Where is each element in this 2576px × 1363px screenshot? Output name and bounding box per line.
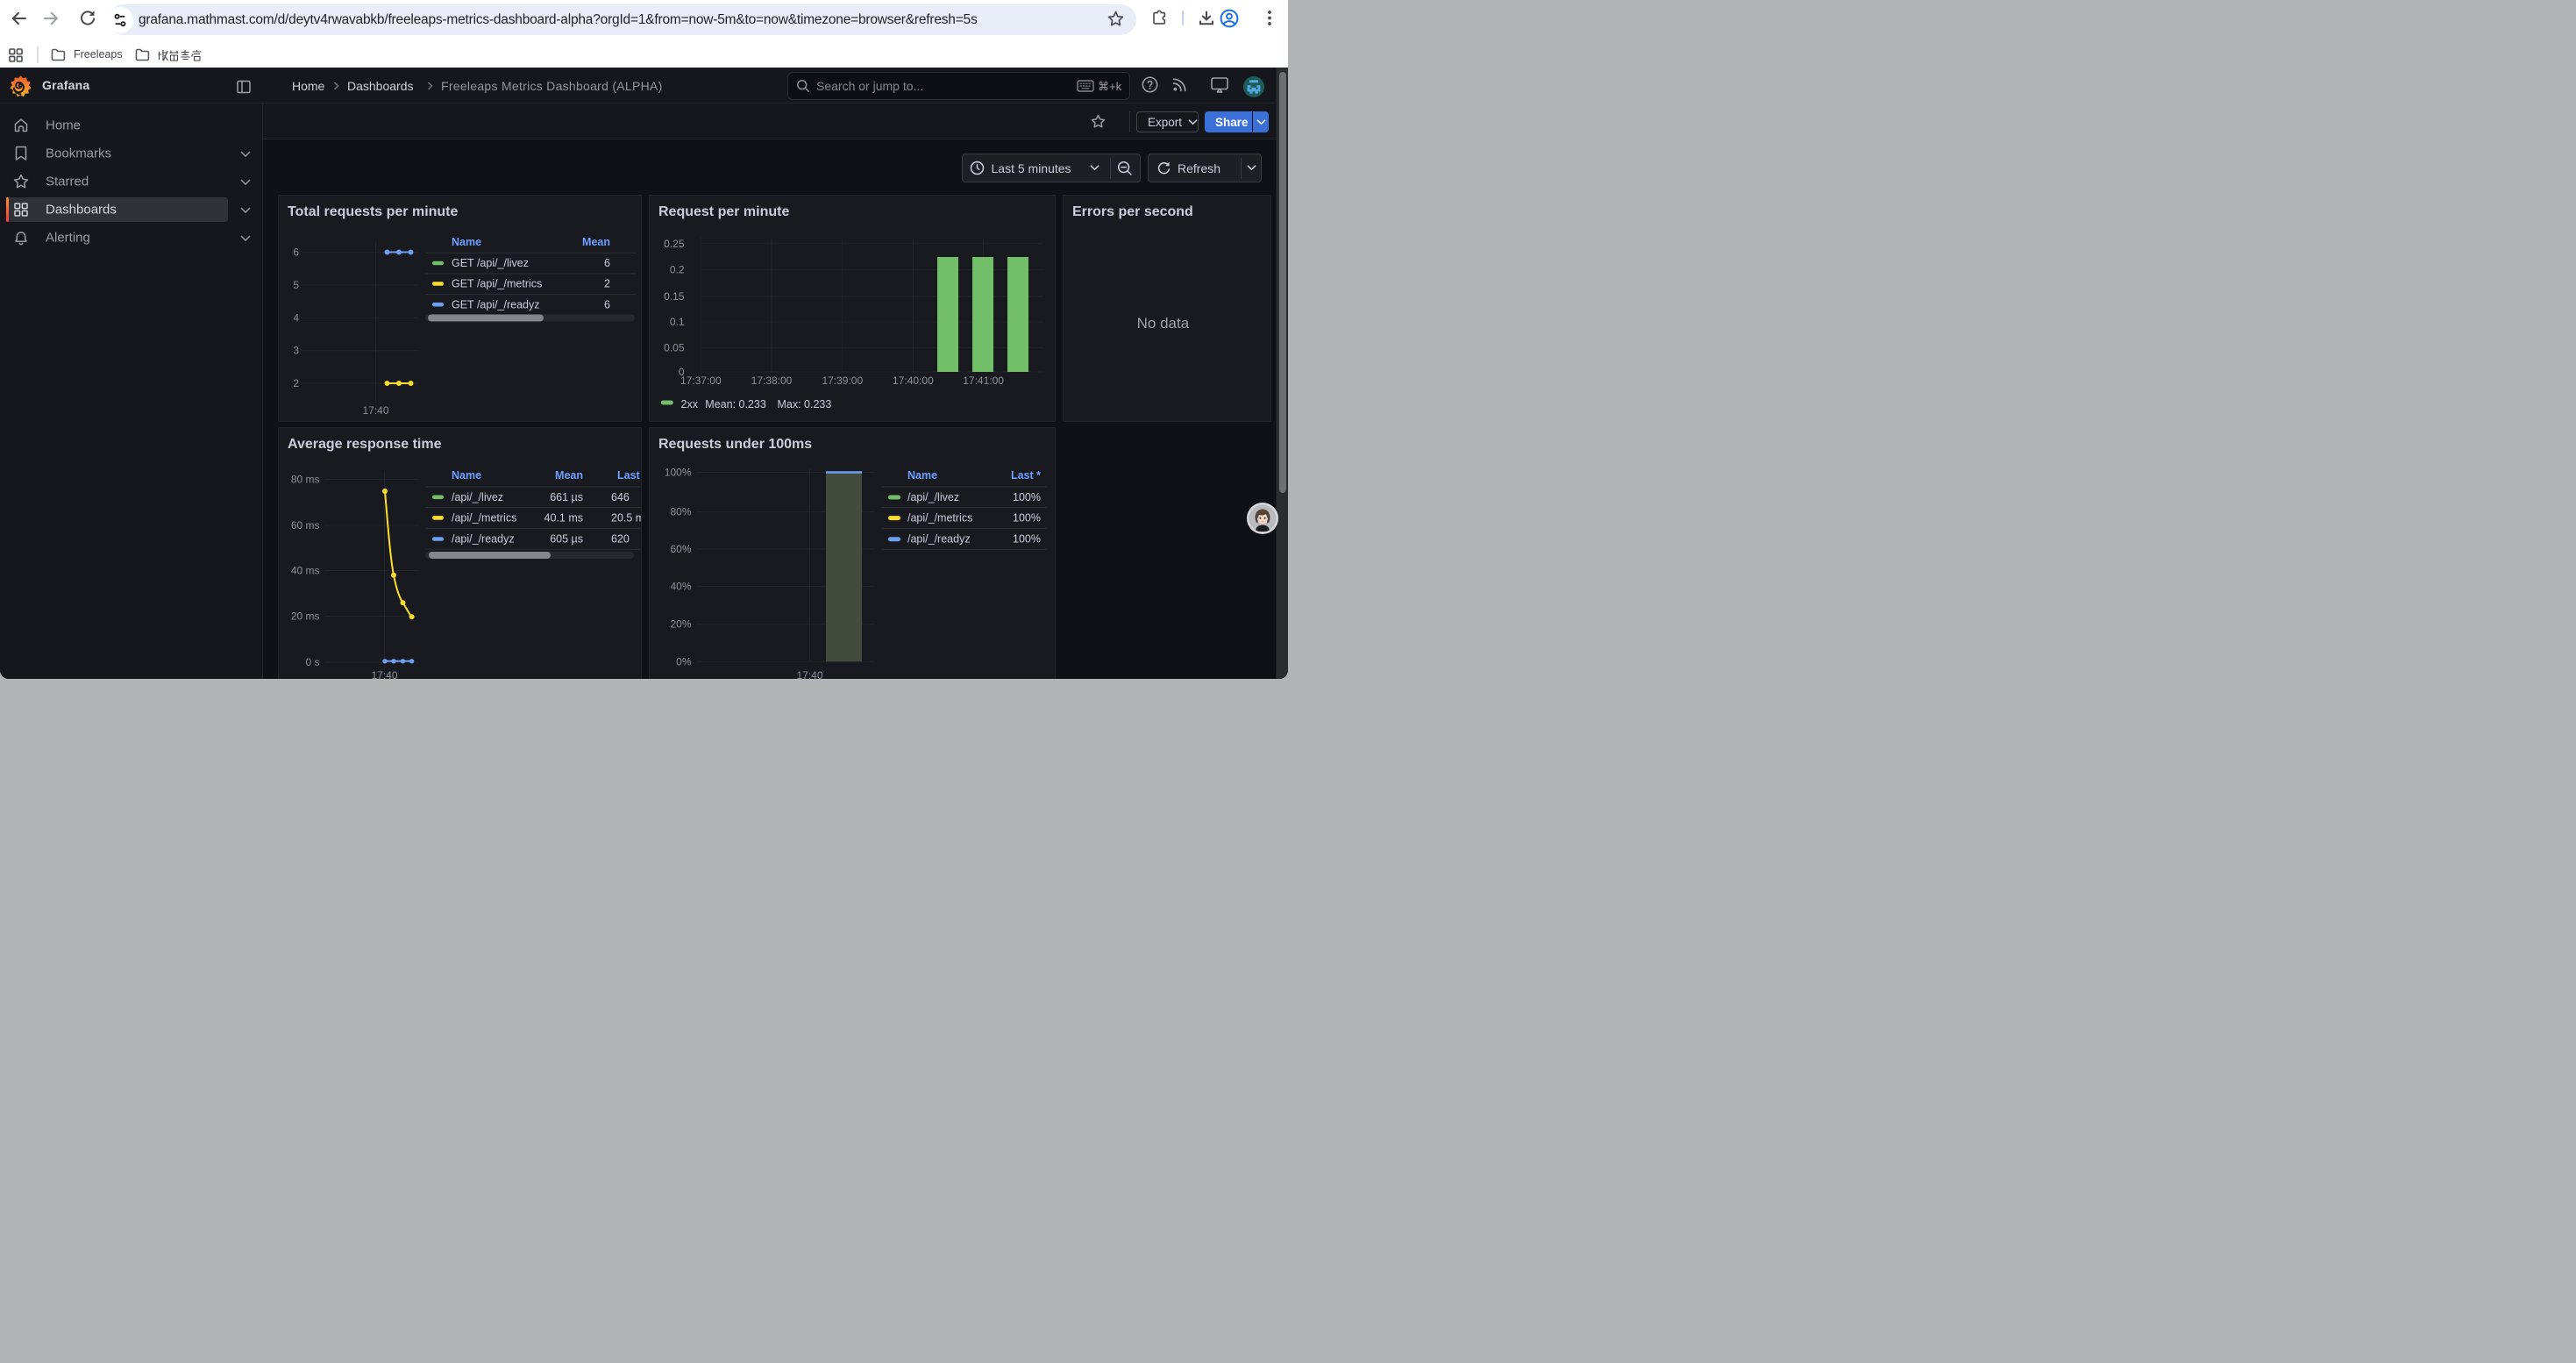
svg-text:Name: Name	[452, 469, 481, 482]
svg-text:GET /api/_/metrics: GET /api/_/metrics	[452, 278, 542, 290]
svg-text:Mean: Mean	[555, 469, 583, 482]
svg-text:Requests under 100ms: Requests under 100ms	[658, 437, 812, 452]
svg-text:20.5 m: 20.5 m	[611, 511, 641, 524]
svg-text:/api/_/livez: /api/_/livez	[907, 490, 959, 503]
svg-text:GET /api/_/readyz: GET /api/_/readyz	[452, 298, 540, 310]
svg-text:0.25: 0.25	[664, 238, 685, 250]
svg-text:40.1 ms: 40.1 ms	[544, 511, 583, 524]
svg-text:Errors per second: Errors per second	[1072, 204, 1193, 219]
svg-text:Mean: 0.233: Mean: 0.233	[705, 398, 766, 410]
svg-text:Max: 0.233: Max: 0.233	[778, 398, 832, 410]
svg-text:60 ms: 60 ms	[291, 519, 320, 532]
svg-text:0%: 0%	[676, 655, 692, 667]
svg-text:Request per minute: Request per minute	[658, 204, 789, 219]
svg-text:17:40: 17:40	[371, 669, 397, 679]
svg-text:5: 5	[293, 279, 299, 291]
svg-text:/api/_/metrics: /api/_/metrics	[907, 511, 972, 524]
svg-text:/api/_/livez: /api/_/livez	[452, 490, 503, 503]
svg-text:2xx: 2xx	[681, 398, 699, 410]
svg-text:GET /api/_/livez: GET /api/_/livez	[452, 257, 529, 269]
svg-text:Last *: Last *	[1011, 469, 1041, 482]
svg-text:17:39:00: 17:39:00	[822, 375, 863, 387]
svg-text:17:37:00: 17:37:00	[680, 375, 722, 387]
svg-text:No data: No data	[1137, 315, 1190, 332]
svg-text:60%: 60%	[670, 543, 691, 555]
svg-text:100%: 100%	[665, 466, 692, 478]
svg-text:17:38:00: 17:38:00	[751, 375, 793, 387]
svg-text:17:40:00: 17:40:00	[893, 375, 934, 387]
svg-text:40%: 40%	[670, 580, 691, 592]
svg-text:/api/_/readyz: /api/_/readyz	[452, 532, 515, 545]
svg-text:0.15: 0.15	[664, 290, 685, 303]
svg-text:17:41:00: 17:41:00	[963, 375, 1004, 387]
svg-text:0.05: 0.05	[664, 341, 685, 353]
svg-text:646: 646	[611, 490, 630, 503]
svg-text:6: 6	[604, 257, 610, 269]
svg-text:Average response time: Average response time	[288, 437, 442, 452]
svg-text:100%: 100%	[1013, 490, 1041, 503]
svg-text:0.2: 0.2	[670, 264, 685, 276]
svg-text:661 µs: 661 µs	[550, 490, 583, 503]
svg-text:6: 6	[604, 298, 610, 310]
svg-text:/api/_/metrics: /api/_/metrics	[452, 511, 516, 524]
svg-text:3: 3	[293, 345, 299, 357]
svg-text:100%: 100%	[1013, 511, 1041, 524]
svg-text:80%: 80%	[670, 505, 691, 517]
svg-text:0.1: 0.1	[670, 316, 685, 328]
svg-text:605 µs: 605 µs	[550, 532, 583, 545]
svg-text:Name: Name	[452, 236, 481, 248]
svg-text:Name: Name	[907, 469, 937, 482]
svg-text:Mean: Mean	[582, 236, 610, 248]
svg-text:20%: 20%	[670, 617, 691, 630]
svg-text:2: 2	[604, 278, 610, 290]
svg-text:4: 4	[293, 311, 299, 324]
svg-text:40 ms: 40 ms	[291, 564, 320, 576]
svg-text:/api/_/readyz: /api/_/readyz	[907, 532, 971, 545]
svg-text:Last *: Last *	[617, 469, 641, 482]
svg-text:100%: 100%	[1013, 532, 1041, 545]
svg-text:2: 2	[293, 377, 299, 389]
svg-text:20 ms: 20 ms	[291, 610, 320, 622]
svg-text:17:40: 17:40	[796, 669, 822, 679]
svg-text:0 s: 0 s	[305, 656, 319, 668]
svg-text:620: 620	[611, 532, 630, 545]
svg-text:80 ms: 80 ms	[291, 473, 320, 485]
svg-text:Total requests per minute: Total requests per minute	[288, 204, 459, 219]
svg-text:6: 6	[293, 246, 299, 259]
svg-text:17:40: 17:40	[362, 404, 388, 417]
